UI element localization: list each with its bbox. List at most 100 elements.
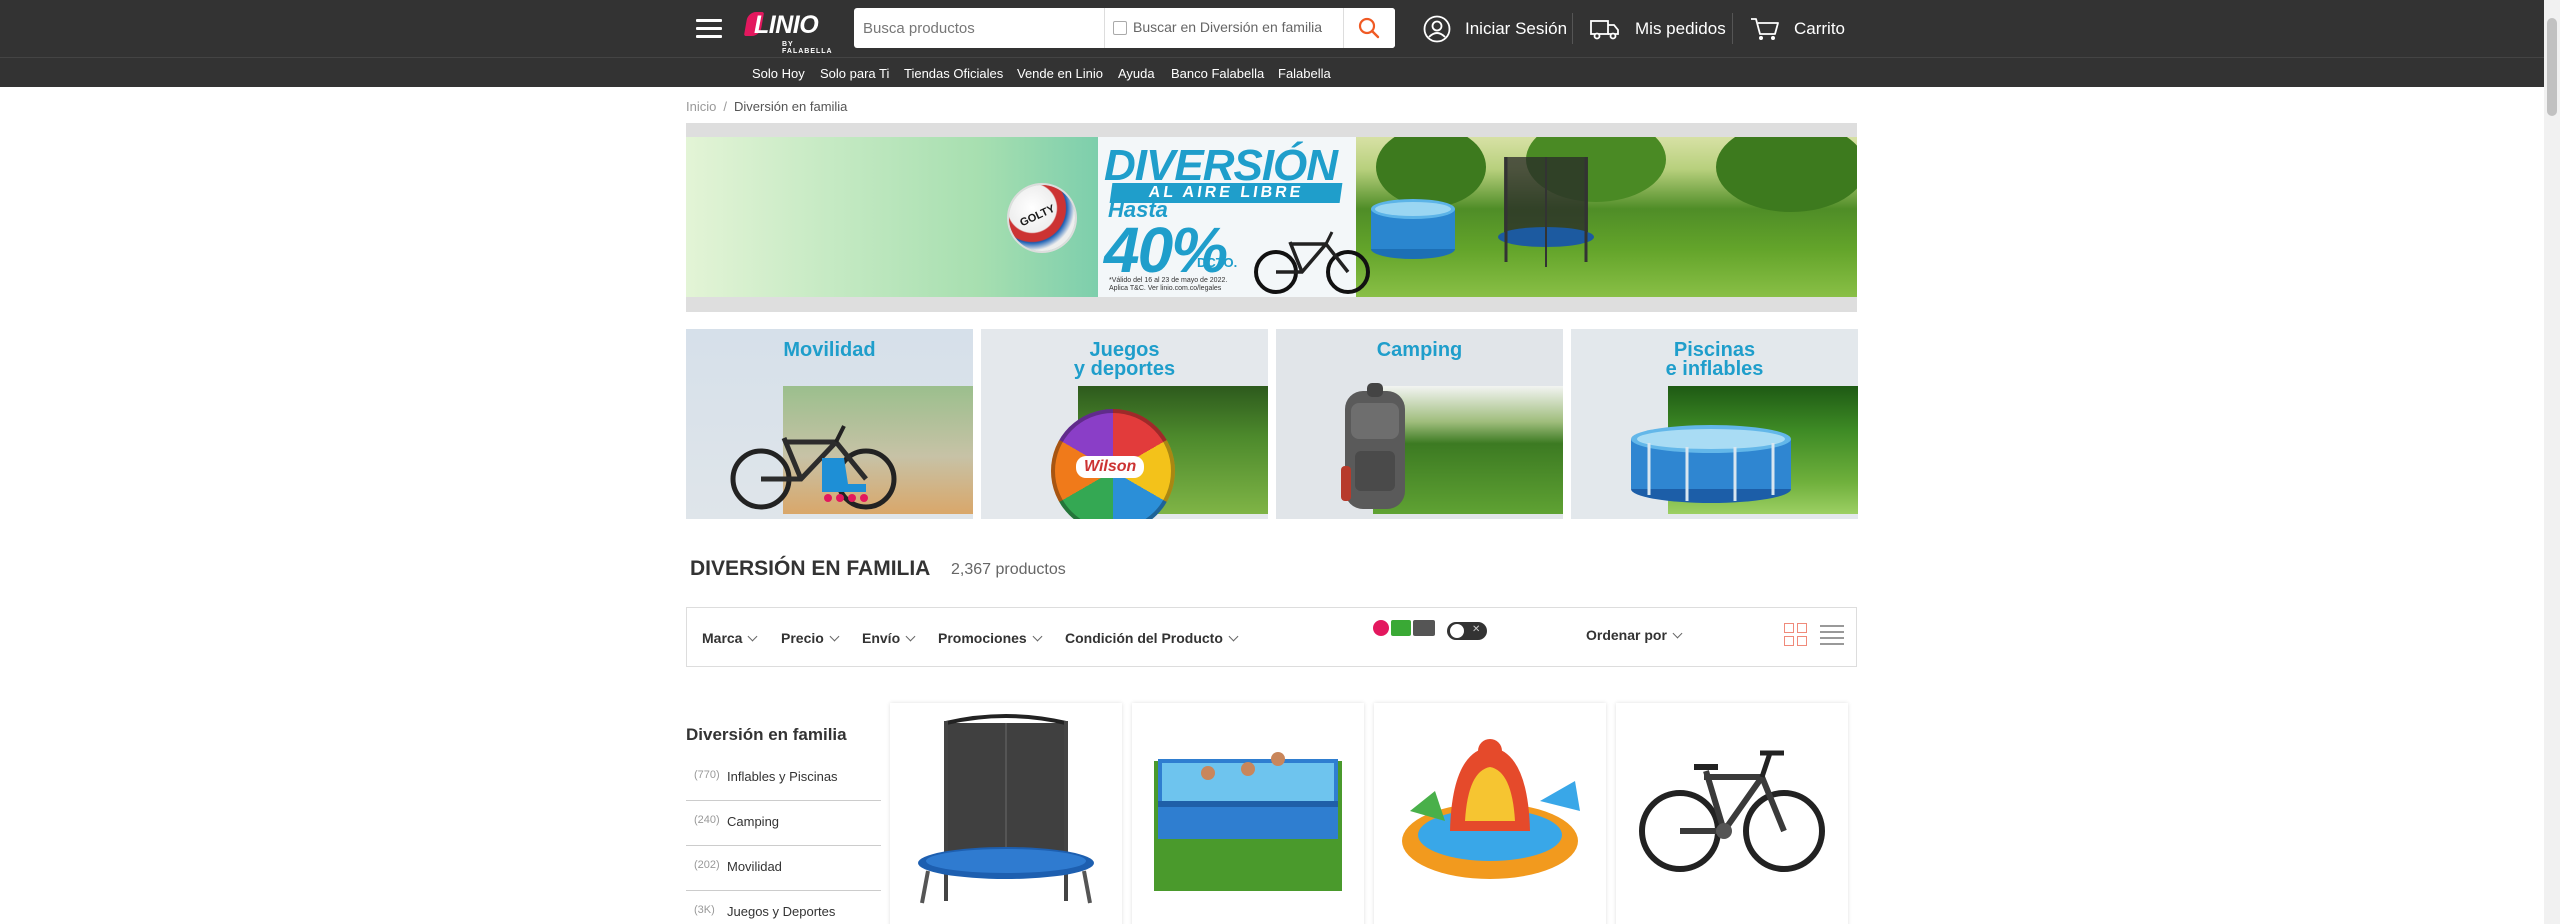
linio-logo[interactable]: LINIO BY FALABELLA	[743, 6, 838, 55]
chevron-down-icon	[1228, 631, 1239, 642]
search-scope-label: Buscar en Diversión en familia	[1133, 19, 1323, 35]
trampoline-image	[1498, 157, 1594, 267]
sidebar-item-label: Juegos y Deportes	[727, 904, 836, 919]
sort-label: Ordenar por	[1586, 627, 1667, 643]
header-divider	[1572, 13, 1573, 44]
sidebar-item-count: (202)	[694, 859, 720, 871]
category-tile-piscinas[interactable]: Piscinas e inflables	[1571, 329, 1858, 519]
badge-filter-toggle[interactable]: ✕	[1447, 622, 1487, 640]
breadcrumb-home[interactable]: Inicio	[686, 99, 716, 114]
product-card[interactable]	[890, 703, 1122, 924]
user-icon	[1423, 15, 1451, 42]
filter-precio[interactable]: Precio	[781, 630, 840, 646]
checkbox-icon[interactable]	[1113, 21, 1127, 35]
pool-image	[1371, 199, 1455, 259]
list-view-icon[interactable]	[1820, 625, 1844, 647]
express-badge-icon	[1373, 620, 1389, 636]
login-label: Iniciar Sesión	[1465, 18, 1568, 38]
nav-link-solo-para-ti[interactable]: Solo para Ti	[820, 66, 889, 81]
nav-link-falabella[interactable]: Falabella	[1278, 66, 1331, 81]
sidebar-item-label: Inflables y Piscinas	[727, 769, 838, 784]
pool-image	[1154, 752, 1342, 891]
cart-button[interactable]: Carrito	[1750, 0, 1845, 57]
inline-skate-image	[822, 458, 868, 502]
sidebar-item-label: Movilidad	[727, 859, 782, 874]
hero-legal-line-1: *Válido del 16 al 23 de mayo de 2022.	[1109, 277, 1228, 284]
category-tile-juegos-y-deportes[interactable]: Juegos y deportes Wilson	[981, 329, 1268, 519]
tile-title: Camping	[1376, 339, 1463, 361]
product-card[interactable]	[1132, 703, 1364, 924]
product-card[interactable]	[1616, 703, 1848, 924]
product-count: 2,367 productos	[951, 561, 1066, 578]
bicycle-image	[1254, 231, 1370, 294]
filter-label: Precio	[781, 630, 824, 646]
international-badge-icon	[1413, 620, 1435, 636]
nav-link-tiendas-oficiales[interactable]: Tiendas Oficiales	[904, 66, 1003, 81]
cart-label: Carrito	[1794, 18, 1846, 38]
sidebar-item-camping[interactable]: (240) Camping	[686, 801, 881, 846]
orders-button[interactable]: Mis pedidos	[1589, 0, 1726, 57]
filter-envio[interactable]: Envío	[862, 630, 916, 646]
grid-view-icon[interactable]	[1784, 623, 1808, 647]
secondary-nav: Solo Hoy Solo para Ti Tiendas Oficiales …	[0, 57, 2544, 87]
chevron-down-icon	[1032, 631, 1043, 642]
sidebar-item-count: (240)	[694, 814, 720, 826]
free-shipping-badge-icon	[1391, 620, 1411, 636]
search-input[interactable]	[854, 8, 1102, 48]
search-bar: Buscar en Diversión en familia	[854, 8, 1395, 48]
category-tile-camping[interactable]: Camping	[1276, 329, 1563, 519]
hero-legal-line-2: Aplica T&C. Ver linio.com.co/legales	[1109, 285, 1222, 292]
chevron-down-icon	[1672, 628, 1683, 639]
inflatable-playcenter-image	[1402, 739, 1580, 879]
ball-brand: Wilson	[1076, 456, 1145, 478]
pool-image	[1631, 425, 1791, 503]
nav-link-banco-falabella[interactable]: Banco Falabella	[1171, 66, 1264, 81]
page-scrollbar[interactable]	[2544, 0, 2560, 924]
breadcrumb-separator: /	[723, 99, 727, 114]
scrollbar-thumb[interactable]	[2547, 18, 2557, 116]
toggle-knob	[1450, 624, 1464, 638]
search-scope-checkbox[interactable]: Buscar en Diversión en familia	[1104, 8, 1340, 48]
filter-condicion[interactable]: Condición del Producto	[1065, 630, 1239, 646]
logo-text: LINIO	[754, 11, 819, 39]
sidebar-item-inflables[interactable]: (770) Inflables y Piscinas	[686, 756, 881, 801]
section-title: DIVERSIÓN EN FAMILIA	[690, 557, 931, 580]
chevron-down-icon	[829, 631, 840, 642]
filter-promociones[interactable]: Promociones	[938, 630, 1043, 646]
filter-label: Promociones	[938, 630, 1027, 646]
trampoline-image	[918, 714, 1094, 904]
sidebar-item-count: (3K)	[694, 904, 715, 916]
orders-label: Mis pedidos	[1635, 18, 1726, 38]
hero-banner[interactable]: GOLTY DIVERSIÓN AL AIRE LIBRE Hasta 40% …	[686, 123, 1857, 312]
sidebar-item-juegos[interactable]: (3K) Juegos y Deportes	[686, 891, 881, 924]
chevron-down-icon	[748, 631, 758, 642]
sidebar-item-count: (770)	[694, 769, 720, 781]
filter-marca[interactable]: Marca	[702, 630, 758, 646]
filter-bar: Marca Precio Envío Promociones Condición…	[686, 607, 1857, 667]
hero-inner: GOLTY DIVERSIÓN AL AIRE LIBRE Hasta 40% …	[686, 137, 1857, 297]
sort-dropdown[interactable]: Ordenar por	[1586, 627, 1683, 643]
search-icon	[1358, 17, 1380, 39]
category-tile-movilidad[interactable]: Movilidad	[686, 329, 973, 519]
sidebar-item-movilidad[interactable]: (202) Movilidad	[686, 846, 881, 891]
breadcrumb-current: Diversión en familia	[733, 99, 848, 114]
truck-icon	[1590, 19, 1619, 39]
header-divider	[1732, 13, 1733, 44]
filter-label: Marca	[702, 630, 743, 646]
nav-link-vende-en-linio[interactable]: Vende en Linio	[1017, 66, 1103, 81]
product-card[interactable]	[1374, 703, 1606, 924]
search-button[interactable]	[1343, 8, 1395, 48]
logo-subtext: BY FALABELLA	[782, 41, 833, 55]
top-header: LINIO BY FALABELLA Buscar en Diversión e…	[0, 0, 2544, 57]
login-button[interactable]: Iniciar Sesión	[1423, 0, 1567, 57]
breadcrumb: Inicio / Diversión en familia	[686, 99, 847, 114]
menu-icon[interactable]	[696, 19, 722, 39]
chevron-down-icon	[905, 631, 916, 642]
filter-label: Condición del Producto	[1065, 630, 1223, 646]
nav-link-ayuda[interactable]: Ayuda	[1118, 66, 1155, 81]
close-icon: ✕	[1472, 624, 1481, 635]
page: LINIO BY FALABELLA Buscar en Diversión e…	[0, 0, 2560, 924]
nav-link-solo-hoy[interactable]: Solo Hoy	[752, 66, 805, 81]
filter-label: Envío	[862, 630, 901, 646]
hero-percent: 40%	[1104, 214, 1228, 286]
